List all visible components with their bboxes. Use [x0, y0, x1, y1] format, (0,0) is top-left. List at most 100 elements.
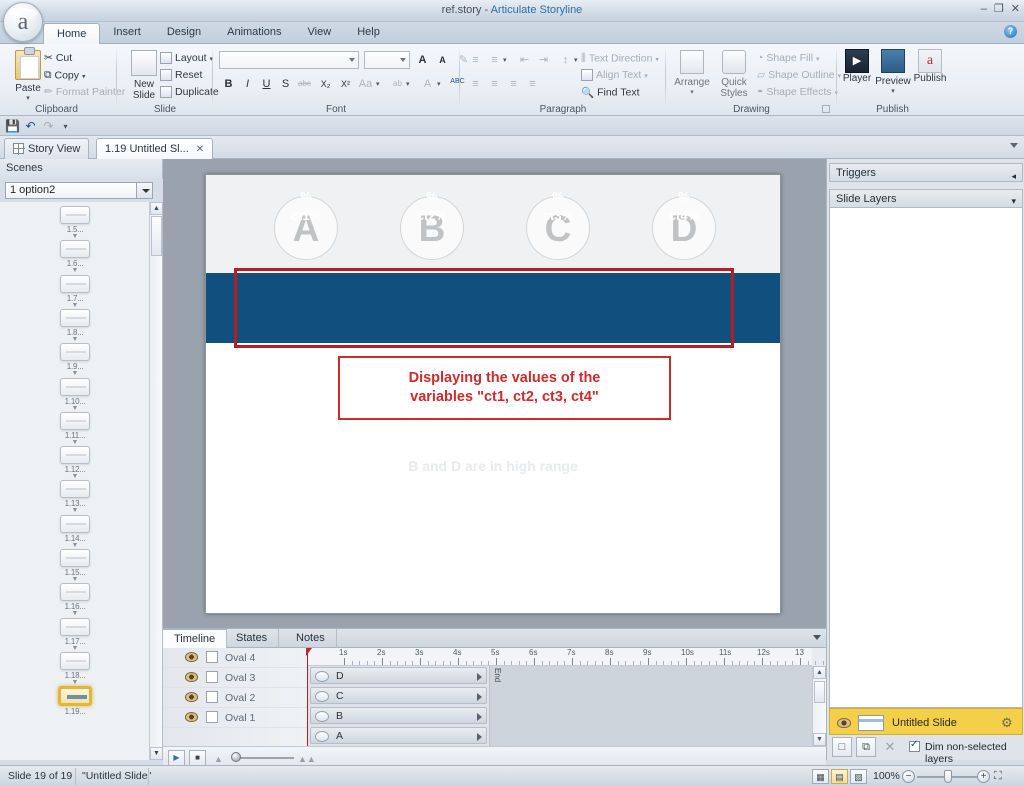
tab-design[interactable]: Design — [154, 22, 214, 44]
layer-visibility-eye-icon[interactable] — [837, 718, 851, 728]
object-lock-checkbox[interactable] — [206, 651, 218, 663]
reset-button[interactable]: Reset — [160, 69, 202, 82]
scene-thumbnail[interactable]: 1.10... ▼ — [0, 377, 150, 412]
gear-icon[interactable]: ⚙ — [1001, 715, 1015, 730]
object-lock-checkbox[interactable] — [206, 691, 218, 703]
increase-indent-button[interactable]: ⇥ — [534, 50, 553, 69]
underline-button[interactable]: U — [257, 74, 276, 93]
percent-column-2[interactable]: % ct2% — [377, 187, 487, 225]
timeline-object-row[interactable]: Oval 1 — [163, 708, 308, 728]
copy-button[interactable]: ⧉ Copy ▾ — [44, 69, 85, 82]
bold-button[interactable]: B — [219, 74, 238, 93]
zoom-in-button[interactable]: + — [977, 770, 990, 783]
line-spacing-button[interactable]: ↕ — [556, 50, 575, 69]
view-normal-button[interactable]: ▦ — [812, 769, 829, 784]
scroll-down-icon[interactable]: ▼ — [150, 747, 162, 760]
grow-font-button[interactable]: A — [413, 50, 432, 69]
scene-thumbnail[interactable]: 1.6... ▼ — [0, 240, 150, 274]
scene-thumbnail[interactable]: 1.13... ▼ — [0, 480, 150, 514]
copy-dropdown-arrow[interactable]: ▾ — [82, 73, 86, 80]
zoom-slider-knob[interactable] — [944, 770, 952, 783]
text-highlight-button[interactable]: ab — [388, 74, 407, 93]
timeline-collapse-caret-icon[interactable] — [813, 635, 821, 640]
scene-thumbnail[interactable]: 1.14... ▼ — [0, 514, 150, 549]
triggers-collapse-icon[interactable]: ◂ — [1011, 167, 1016, 185]
shape-effects-button[interactable]: ◓Shape Effects ▾ — [757, 86, 838, 98]
publish-button[interactable]: a Publish — [912, 49, 948, 84]
tab-home[interactable]: Home — [43, 23, 101, 45]
close-icon[interactable]: ✕ — [196, 144, 204, 155]
scene-selector[interactable]: 1 option2 — [5, 182, 153, 199]
percent-column-4[interactable]: % ct4% — [629, 187, 739, 225]
timeline-scroll-down-icon[interactable]: ▼ — [813, 733, 826, 746]
preview-dropdown-arrow[interactable]: ▾ — [874, 87, 912, 95]
italic-button[interactable]: I — [238, 74, 257, 93]
arrange-button[interactable]: Arrange ▾ — [671, 50, 713, 96]
timeline-object-row[interactable]: Oval 3 — [163, 668, 308, 688]
delete-layer-button[interactable]: ✕ — [880, 737, 900, 757]
timeline-scroll-up-icon[interactable]: ▲ — [813, 666, 826, 679]
object-lock-checkbox[interactable] — [206, 671, 218, 683]
bar-expand-arrow-icon[interactable] — [477, 713, 482, 721]
scene-thumbnail-list[interactable]: 1.5... ▼ 1.6... ▼ 1.7... ▼ 1.8... ▼ 1.9... ▼ 1.10.… — [0, 202, 163, 760]
object-visibility-eye-icon[interactable] — [185, 712, 198, 722]
shrink-font-button[interactable]: A — [433, 50, 452, 69]
tab-overflow-caret-icon[interactable] — [1010, 143, 1018, 148]
minimize-button[interactable]: – — [981, 3, 987, 15]
font-size-combo[interactable] — [364, 51, 410, 69]
timeline-stop-button[interactable]: ■ — [189, 750, 206, 766]
tab-timeline[interactable]: Timeline — [163, 629, 228, 648]
timeline-play-button[interactable]: ▶ — [168, 750, 185, 766]
slide-layers-panel-header[interactable]: Slide Layers ▾ — [829, 189, 1023, 208]
tab-view[interactable]: View — [295, 22, 345, 44]
slide-surface[interactable]: A B C D % ct1% % ct2% % ct3% % ct4% Disp… — [205, 174, 781, 614]
align-text-button[interactable]: Align Text ▾ — [581, 69, 648, 82]
change-case-button[interactable]: Aa — [356, 74, 375, 93]
help-icon[interactable]: ? — [1004, 25, 1017, 38]
numbering-button[interactable]: ≡ — [485, 50, 504, 69]
timeline-ruler[interactable]: 1s 2s 3s 4s 5s 6s 7s 8s 9s 10s 11s 12s 13 — [308, 648, 832, 666]
shape-fill-button[interactable]: ◔ Shape Fill ▾ — [757, 52, 819, 64]
view-layers-button[interactable]: ▤ — [831, 769, 848, 784]
timeline-vertical-scrollbar[interactable]: ▲ ▼ — [812, 666, 826, 746]
scene-thumbnail[interactable]: 1.9... ▼ — [0, 343, 150, 377]
scene-thumbnail[interactable]: 1.12... ▼ — [0, 446, 150, 480]
timeline-object-row[interactable]: Oval 4 — [163, 648, 308, 668]
font-color-button[interactable]: A — [418, 74, 437, 93]
scene-thumbnail[interactable]: 1.8... ▼ — [0, 308, 150, 343]
timeline-object-row[interactable]: Oval 2 — [163, 688, 308, 708]
scene-thumbnail[interactable]: 1.19... — [0, 686, 150, 716]
timeline-playhead[interactable] — [306, 648, 312, 746]
arrange-dropdown-arrow[interactable]: ▾ — [671, 88, 713, 96]
timeline-zoom-slider-track[interactable] — [232, 757, 294, 759]
timeline-object-bar[interactable]: B — [310, 707, 487, 724]
annotation-callout-box[interactable]: Displaying the values of the variables "… — [338, 356, 671, 420]
tab-story-view[interactable]: Story View — [4, 138, 90, 159]
scene-thumbnail[interactable]: 1.11... ▼ — [0, 411, 150, 446]
scene-thumbnail[interactable]: 1.17... ▼ — [0, 617, 150, 652]
timeline-object-bar[interactable]: C — [310, 687, 487, 704]
scroll-up-icon[interactable]: ▲ — [150, 202, 162, 215]
timeline-object-list[interactable]: Oval 4 Oval 3 Oval 2 Oval 1 — [163, 648, 308, 746]
align-center-button[interactable]: ≡ — [485, 74, 504, 93]
player-button[interactable]: ▶ Player — [840, 49, 874, 84]
view-presenter-button[interactable]: ▧ — [850, 769, 867, 784]
scene-thumbnail[interactable]: 1.16... ▼ — [0, 583, 150, 617]
quick-styles-button[interactable]: Quick Styles — [713, 50, 755, 99]
cut-button[interactable]: ✂ Cut — [44, 52, 72, 64]
duplicate-layer-button[interactable]: ⧉ — [856, 737, 876, 757]
tab-insert[interactable]: Insert — [100, 22, 154, 44]
shape-outline-button[interactable]: ▱ Shape Outline ▾ — [757, 69, 841, 81]
new-layer-button[interactable]: □ — [832, 737, 852, 757]
shadow-button[interactable]: S — [276, 74, 295, 93]
numbering-dropdown-arrow[interactable]: ▾ — [503, 56, 507, 64]
font-color-dropdown-arrow[interactable]: ▾ — [437, 80, 441, 88]
object-visibility-eye-icon[interactable] — [185, 692, 198, 702]
timeline-track-area[interactable]: End DCBA — [308, 666, 812, 746]
close-button[interactable]: ✕ — [1011, 3, 1020, 15]
bar-expand-arrow-icon[interactable] — [477, 673, 482, 681]
save-icon[interactable]: 💾 — [5, 119, 20, 134]
bullets-button[interactable]: ≡ — [466, 50, 485, 69]
preview-button[interactable]: Preview ▾ — [874, 49, 912, 95]
scene-dropdown-button[interactable] — [136, 183, 152, 198]
